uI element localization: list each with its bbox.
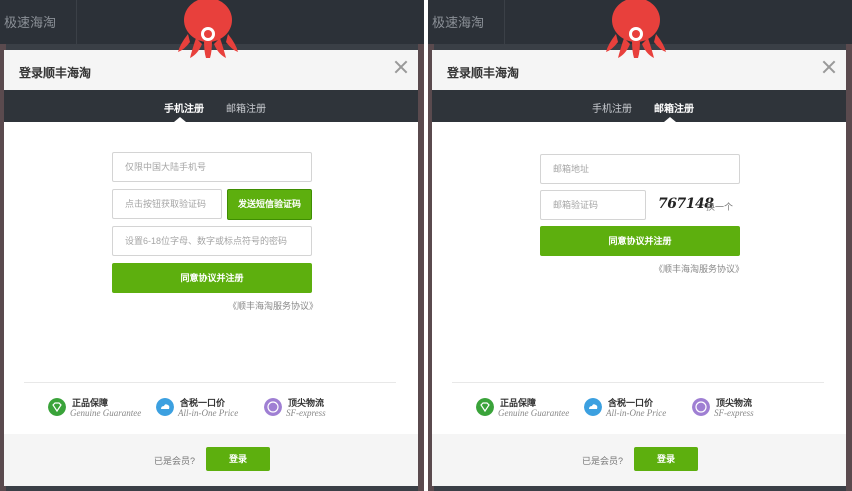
active-tab-indicator — [664, 117, 676, 122]
octopus-mascot-icon — [606, 0, 666, 58]
sf-logistics-icon — [264, 398, 282, 416]
section-divider — [24, 382, 396, 383]
email-code-input[interactable] — [540, 190, 646, 220]
modal-title: 登录顺丰海淘 — [447, 66, 520, 80]
phone-register-screenshot: 极速海淘 登录顺丰海淘 手机注册 邮箱注册 发送短信验证码 同意协议并注册 《顺… — [0, 0, 424, 491]
login-button[interactable]: 登录 — [206, 447, 270, 471]
password-input[interactable] — [112, 226, 312, 256]
sf-logistics-icon — [692, 398, 710, 416]
service-agreement-link[interactable]: 《顺丰海淘服务协议》 — [654, 262, 744, 275]
feature-subtitle: All-in-One Price — [178, 408, 239, 418]
already-member-text: 已是会员? — [154, 456, 196, 466]
phone-input[interactable] — [112, 152, 312, 182]
tab-email-register[interactable]: 邮箱注册 — [226, 100, 266, 115]
close-icon[interactable] — [822, 60, 836, 74]
background-site-title: 极速海淘 — [432, 15, 485, 30]
close-icon[interactable] — [394, 60, 408, 74]
octopus-mascot-icon — [178, 0, 238, 58]
background-site-title: 极速海淘 — [4, 15, 57, 30]
modal-footer: 已是会员? 登录 — [4, 434, 418, 486]
email-input[interactable] — [540, 154, 740, 184]
refresh-captcha-link[interactable]: 换一个 — [706, 200, 733, 213]
login-modal: 登录顺丰海淘 手机注册 邮箱注册 发送短信验证码 同意协议并注册 《顺丰海淘服务… — [4, 50, 418, 486]
section-divider — [452, 382, 824, 383]
sms-code-input[interactable] — [112, 189, 222, 219]
agree-register-button[interactable]: 同意协议并注册 — [112, 263, 312, 293]
tab-phone-register[interactable]: 手机注册 — [592, 100, 632, 115]
background-divider — [76, 0, 77, 44]
background-edge — [846, 44, 852, 491]
agree-register-button[interactable]: 同意协议并注册 — [540, 226, 740, 256]
cloud-price-icon — [156, 398, 174, 416]
email-register-screenshot: 极速海淘 登录顺丰海淘 手机注册 邮箱注册 767148 换一个 同意协议并注册… — [428, 0, 852, 491]
feature-subtitle: Genuine Guarantee — [70, 408, 142, 418]
diamond-icon — [48, 398, 66, 416]
diamond-icon — [476, 398, 494, 416]
login-button[interactable]: 登录 — [634, 447, 698, 471]
tab-email-register[interactable]: 邮箱注册 — [654, 100, 694, 115]
already-member-text: 已是会员? — [582, 456, 624, 466]
background-divider — [504, 0, 505, 44]
modal-title: 登录顺丰海淘 — [19, 66, 92, 80]
active-tab-indicator — [174, 117, 186, 122]
background-edge — [418, 44, 424, 491]
send-sms-code-button[interactable]: 发送短信验证码 — [227, 189, 312, 220]
register-tabs: 手机注册 邮箱注册 — [432, 90, 846, 122]
service-agreement-link[interactable]: 《顺丰海淘服务协议》 — [228, 299, 318, 312]
login-modal: 登录顺丰海淘 手机注册 邮箱注册 767148 换一个 同意协议并注册 《顺丰海… — [432, 50, 846, 486]
tab-phone-register[interactable]: 手机注册 — [164, 100, 204, 115]
modal-footer: 已是会员? 登录 — [432, 434, 846, 486]
register-tabs: 手机注册 邮箱注册 — [4, 90, 418, 122]
feature-subtitle: All-in-One Price — [606, 408, 667, 418]
feature-subtitle: SF-express — [286, 408, 326, 418]
feature-subtitle: Genuine Guarantee — [498, 408, 570, 418]
cloud-price-icon — [584, 398, 602, 416]
feature-subtitle: SF-express — [714, 408, 754, 418]
